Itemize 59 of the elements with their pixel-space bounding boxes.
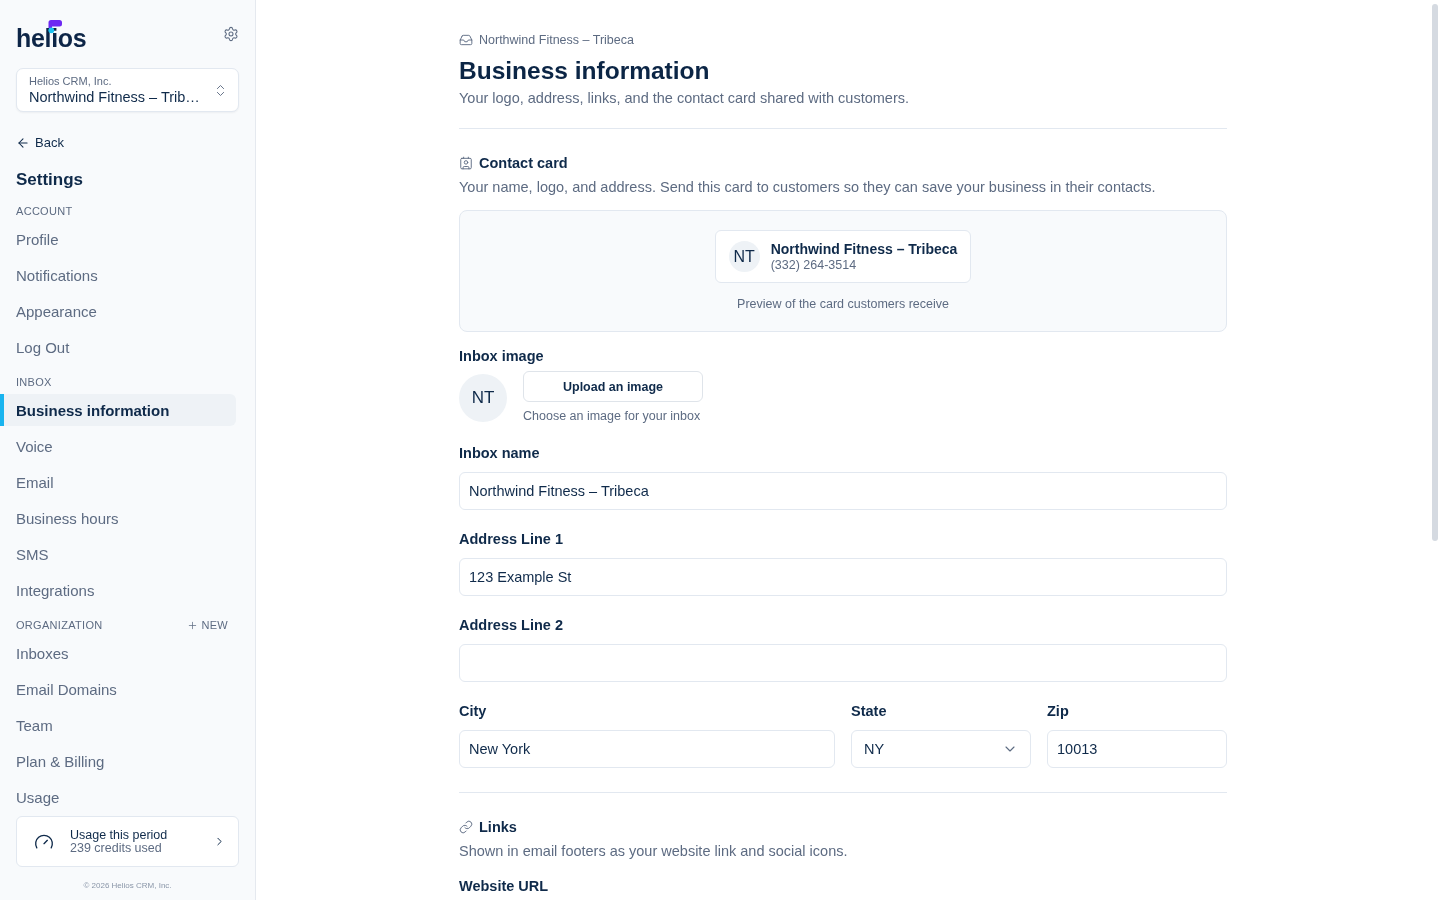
scrollbar-thumb[interactable] (1432, 4, 1438, 541)
sidebar-title: Settings (16, 169, 85, 191)
section-title: Contact card (479, 154, 568, 173)
nav-item[interactable]: Profile (0, 223, 236, 255)
text-input[interactable]: Northwind Fitness – Tribeca (459, 472, 1227, 510)
nav-item[interactable]: Inboxes (0, 637, 236, 669)
nav-item[interactable]: Email Domains (0, 673, 236, 705)
nav-item[interactable]: Team (0, 709, 236, 741)
section-heading: ORGANIZATION (16, 618, 103, 632)
section-title: Links (479, 818, 517, 837)
nav-item[interactable]: SMS (0, 538, 236, 570)
text-input[interactable]: 123 Example St (459, 558, 1227, 596)
usage-card[interactable]: Usage this period 239 credits used (16, 816, 239, 867)
nav-item[interactable]: Notifications (0, 259, 236, 291)
field-label: Website URL (459, 877, 550, 896)
page-subtitle: Your logo, address, links, and the contact card shared with customers. (459, 89, 910, 108)
field-label: City (459, 702, 488, 721)
field-label: Inbox image (459, 347, 545, 366)
field-label: Zip (1047, 702, 1070, 721)
nav-item[interactable]: Business hours (0, 502, 236, 534)
settings-icon[interactable] (223, 26, 239, 42)
nav-item[interactable]: Business information (0, 394, 236, 426)
field-label: Address Line 2 (459, 616, 564, 635)
nav-item[interactable]: Plan & Billing (0, 745, 236, 777)
plus-icon (187, 619, 199, 631)
logo: helios (16, 22, 87, 54)
text-input[interactable]: New York (459, 730, 835, 768)
preview-caption: Preview of the card customers receive (737, 296, 949, 312)
field-label: State (851, 702, 888, 721)
section-heading: INBOX (16, 375, 52, 389)
field-label: Inbox name (459, 444, 541, 463)
breadcrumb: Northwind Fitness – Tribeca (479, 32, 634, 48)
nav-item[interactable]: Email (0, 466, 236, 498)
field-label: Address Line 1 (459, 530, 564, 549)
new-button[interactable]: NEW (187, 618, 228, 632)
phone-number: (332) 264-3514 (770, 258, 858, 273)
link-icon (459, 820, 473, 834)
page-title: Business information (459, 56, 711, 86)
nav-item[interactable]: Appearance (0, 295, 236, 327)
nav-item[interactable]: Usage (0, 781, 236, 813)
contact-icon (459, 156, 473, 170)
nav-item[interactable]: Voice (0, 430, 236, 462)
workspace-switcher[interactable]: Helios CRM, Inc. Northwind Fitness – Trib… (16, 68, 239, 112)
section-heading: ACCOUNT (16, 204, 73, 218)
section-description: Your name, logo, and address. Send this card to customers so they can save your business in their contacts. (459, 178, 1157, 197)
text-input[interactable] (459, 644, 1227, 682)
text-input[interactable]: 10013 (1047, 730, 1227, 768)
section-description: Shown in email footers as your website link and social icons. (459, 842, 849, 861)
state-select[interactable]: NY (851, 730, 1031, 768)
upload-button[interactable]: Upload an image (523, 371, 703, 402)
avatar: NT (728, 241, 760, 272)
copyright-text: © 2026 Helios CRM, Inc. (82, 881, 173, 891)
nav-item[interactable]: Integrations (0, 574, 236, 606)
back-link[interactable]: Back (16, 133, 64, 153)
business-name: Northwind Fitness – Tribeca (770, 240, 958, 258)
field-hint: Choose an image for your inbox (523, 408, 701, 424)
nav-item[interactable]: Log Out (0, 331, 236, 363)
avatar: NT (459, 373, 507, 422)
inbox-icon (459, 33, 473, 47)
